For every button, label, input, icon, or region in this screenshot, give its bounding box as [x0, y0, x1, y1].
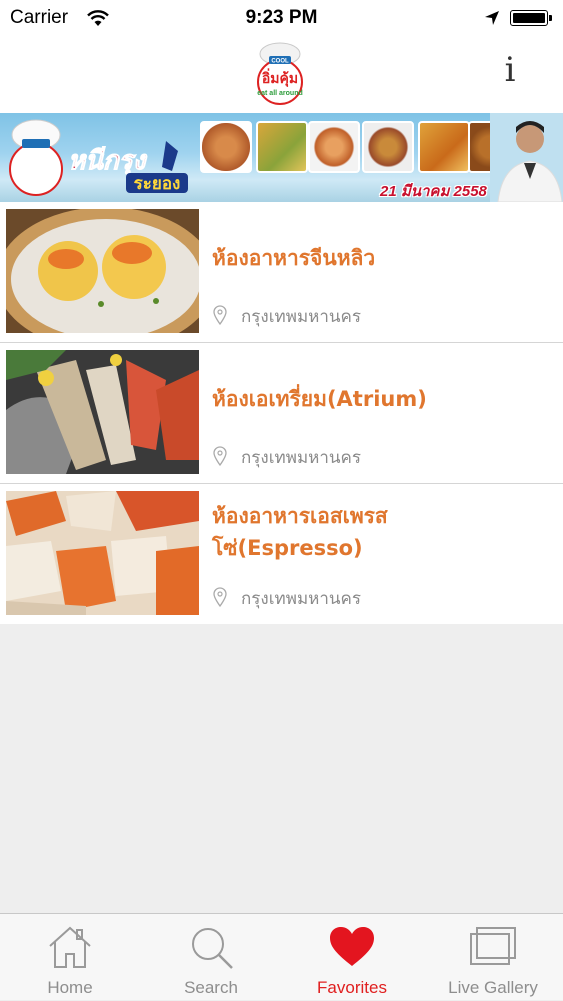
gallery-icon [470, 927, 516, 965]
promo-banner[interactable]: หนีกรุง ระยอง 21 มีนาคม 2558 [0, 113, 563, 202]
search-icon [192, 928, 233, 969]
location-arrow-icon [485, 11, 499, 25]
restaurant-list: ห้องอาหารจีนหลิว กรุงเทพมหานคร ห้องเอเทร… [0, 202, 563, 624]
status-bar: Carrier 9:23 PM [0, 0, 563, 38]
restaurant-location: กรุงเทพมหานคร [241, 307, 362, 327]
battery-icon [510, 10, 552, 26]
restaurant-name: ห้องอาหารเอสเพรส โซ่(Espresso) [212, 500, 552, 564]
heart-icon [330, 927, 374, 966]
tab-search[interactable]: Search [141, 914, 281, 1001]
banner-dish-2 [256, 121, 308, 173]
tab-home[interactable]: Home [0, 914, 140, 1001]
restaurant-thumbnail [6, 350, 199, 474]
banner-dish-1 [200, 121, 252, 173]
list-item[interactable]: ห้องเอเทรี่ยม(Atrium) กรุงเทพมหานคร [0, 343, 563, 484]
banner-title-graphic: หนีกรุง ระยอง [68, 141, 188, 194]
list-item[interactable]: ห้องอาหารเอสเพรส โซ่(Espresso) กรุงเทพมห… [0, 484, 563, 624]
banner-dish-4 [362, 121, 414, 173]
restaurant-thumbnail [6, 209, 199, 333]
tab-live-gallery[interactable]: Live Gallery [423, 914, 563, 1001]
tab-home-label: Home [47, 978, 93, 997]
banner-dish-5 [418, 121, 470, 173]
location-pin-icon [213, 446, 227, 466]
restaurant-thumbnail [6, 491, 199, 615]
restaurant-name: ห้องอาหารจีนหลิว [212, 246, 376, 270]
svg-text:ระยอง: ระยอง [134, 174, 181, 194]
svg-text:อิ่มคุ้ม: อิ่มคุ้ม [261, 68, 298, 87]
svg-text:COOL: COOL [271, 59, 289, 65]
banner-date: 21 มีนาคม 2558 [380, 183, 487, 200]
tab-live-gallery-label: Live Gallery [448, 978, 538, 997]
location-pin-icon [213, 305, 227, 325]
restaurant-name-line-1: ห้องอาหารเอสเพรส [212, 504, 388, 528]
tab-favorites-label: Favorites [317, 978, 387, 997]
location-pin-icon [213, 587, 227, 607]
svg-text:eat all around: eat all around [257, 90, 303, 97]
clock: 9:23 PM [245, 7, 318, 28]
info-button[interactable]: i [498, 52, 522, 88]
navigation-bar: COOL อิ่มคุ้ม eat all around i [0, 38, 563, 113]
banner-logo [9, 119, 63, 196]
svg-text:หนีกรุง: หนีกรุง [68, 146, 148, 177]
banner-dish-3 [308, 121, 360, 173]
restaurant-name: ห้องเอเทรี่ยม(Atrium) [212, 387, 427, 411]
home-icon [49, 926, 91, 968]
list-item[interactable]: ห้องอาหารจีนหลิว กรุงเทพมหานคร [0, 202, 563, 343]
banner-presenter-photo [490, 113, 563, 202]
tab-favorites[interactable]: Favorites [282, 914, 422, 1001]
restaurant-name-line-2: โซ่(Espresso) [212, 536, 363, 560]
restaurant-location: กรุงเทพมหานคร [241, 589, 362, 609]
tab-search-label: Search [184, 978, 238, 997]
restaurant-location: กรุงเทพมหานคร [241, 448, 362, 468]
app-logo: COOL อิ่มคุ้ม eat all around [257, 42, 303, 105]
tab-bar: Home Search Favorites Live Gallery [0, 913, 563, 1000]
